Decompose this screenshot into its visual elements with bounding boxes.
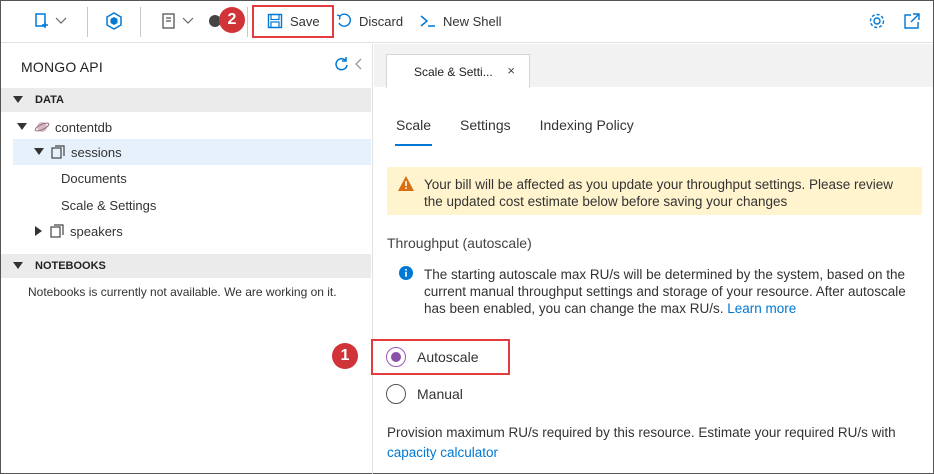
caret-down-icon: [17, 123, 27, 130]
radio-unselected-icon[interactable]: [386, 384, 406, 404]
notebooks-section-header[interactable]: NOTEBOOKS: [1, 254, 371, 278]
tree-item-scale-settings[interactable]: Scale & Settings: [1, 192, 371, 218]
caret-down-icon: [13, 262, 23, 269]
collection-icon: [51, 145, 65, 159]
refresh-icon[interactable]: [333, 56, 349, 72]
editor-pane: Scale & Setti... × Scale Settings Indexi…: [374, 44, 933, 474]
new-shell-label: New Shell: [443, 13, 502, 29]
discard-label: Discard: [359, 13, 404, 29]
learn-more-link[interactable]: Learn more: [727, 301, 796, 316]
save-highlight-box: [252, 5, 334, 38]
warning-text: Your bill will be affected as you update…: [424, 177, 894, 209]
autoscale-info: The starting autoscale max RU/s will be …: [424, 266, 906, 317]
tree-item-sessions[interactable]: sessions: [13, 139, 371, 165]
open-full-screen-button[interactable]: [903, 1, 921, 41]
step-1-badge: 1: [332, 343, 358, 369]
throughput-label: Throughput (autoscale): [387, 235, 532, 251]
collapse-icon[interactable]: [353, 56, 365, 72]
discard-icon: [336, 13, 351, 27]
caret-down-icon: [13, 96, 23, 103]
tree-item-database[interactable]: contentdb: [1, 114, 371, 140]
provision-text: Provision maximum RU/s required by this …: [387, 425, 896, 440]
data-section-label: DATA: [35, 94, 64, 106]
scale-settings-label: Scale & Settings: [61, 197, 157, 213]
database-icon: [34, 122, 50, 132]
chevron-down-icon: [55, 17, 67, 24]
discard-button[interactable]: Discard: [336, 1, 403, 41]
subtab-scale[interactable]: Scale: [394, 117, 433, 146]
manual-label: Manual: [417, 386, 463, 402]
resource-tree-pane: MONGO API DATA contentdb sessions Docume…: [1, 44, 373, 474]
info-text: The starting autoscale max RU/s will be …: [424, 267, 906, 316]
tab-label: Scale & Setti...: [414, 64, 493, 79]
cost-warning-banner: Your bill will be affected as you update…: [387, 167, 922, 215]
command-bar: Save Discard New Shell: [1, 1, 933, 43]
tree-item-documents[interactable]: Documents: [1, 165, 371, 191]
new-shell-button[interactable]: New Shell: [420, 1, 502, 41]
new-collection-icon: [35, 13, 48, 28]
tab-strip: Scale & Setti... ×: [374, 44, 933, 88]
collection-icon: [50, 224, 64, 238]
manual-radio[interactable]: Manual: [386, 384, 463, 404]
data-section-header[interactable]: DATA: [1, 88, 371, 112]
caret-right-icon: [35, 226, 42, 236]
collection-label: sessions: [71, 144, 122, 160]
notebooks-section-label: NOTEBOOKS: [35, 260, 106, 272]
database-label: contentdb: [55, 119, 113, 135]
tab-scale-settings[interactable]: Scale & Setti... ×: [386, 54, 530, 88]
settings-subtabs: Scale Settings Indexing Policy: [394, 117, 663, 146]
tree-item-speakers[interactable]: speakers: [1, 218, 371, 244]
new-collection-button[interactable]: [33, 1, 67, 41]
close-icon[interactable]: ×: [507, 63, 515, 78]
autoscale-highlight-box: [371, 339, 510, 375]
subtab-settings[interactable]: Settings: [460, 117, 511, 133]
capacity-calculator-link[interactable]: capacity calculator: [387, 445, 498, 460]
settings-icon: [869, 13, 885, 29]
mongo-shell-icon: [106, 12, 122, 30]
documents-label: Documents: [61, 170, 127, 186]
settings-button[interactable]: [868, 1, 886, 41]
terminal-icon: [420, 15, 435, 27]
warning-icon: [398, 176, 414, 191]
open-external-icon: [904, 13, 920, 29]
subtab-indexing-policy[interactable]: Indexing Policy: [540, 117, 634, 133]
step-2-badge: 2: [219, 7, 245, 33]
notebooks-notice: Notebooks is currently not available. We…: [28, 285, 337, 299]
speakers-label: speakers: [70, 223, 123, 239]
caret-down-icon: [34, 148, 44, 155]
info-icon: [399, 266, 413, 280]
new-notebook-icon: [162, 13, 175, 29]
new-notebook-button[interactable]: [160, 1, 194, 41]
chevron-down-icon: [182, 17, 194, 24]
provision-description: Provision maximum RU/s required by this …: [387, 423, 927, 463]
open-mongo-shell-button[interactable]: [105, 1, 123, 41]
api-header: MONGO API: [21, 59, 103, 75]
